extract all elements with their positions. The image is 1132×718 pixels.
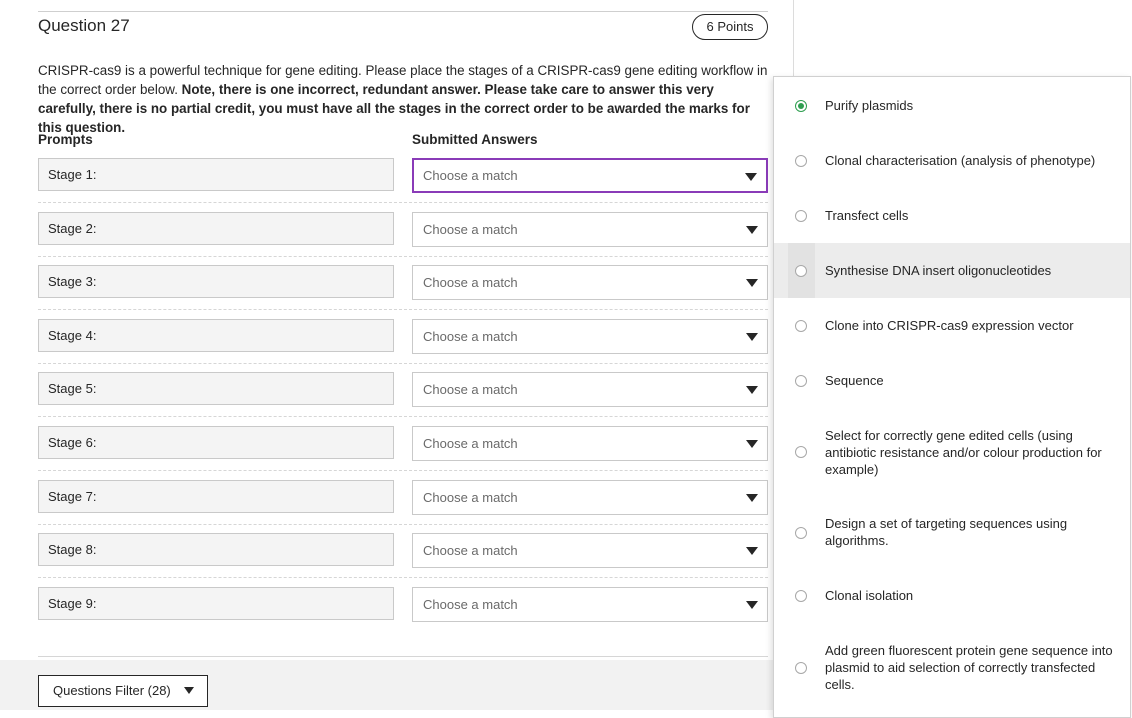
radio-icon[interactable] bbox=[795, 527, 807, 539]
select-value: Choose a match bbox=[423, 382, 518, 398]
prompts-header: Prompts bbox=[38, 132, 93, 147]
select-value: Choose a match bbox=[423, 275, 518, 291]
question-title: Question 27 bbox=[38, 16, 130, 35]
answer-select-stage-2[interactable]: Choose a match bbox=[412, 211, 768, 247]
select-value: Choose a match bbox=[423, 489, 518, 505]
option-item[interactable]: Add green fluorescent protein gene seque… bbox=[774, 625, 1130, 705]
caret-down-icon bbox=[746, 440, 758, 448]
match-row: Stage 2: Choose a match bbox=[38, 211, 768, 266]
select-value: Choose a match bbox=[423, 436, 518, 451]
caret-down-icon bbox=[746, 600, 758, 609]
match-row: Stage 9: Choose a match bbox=[38, 586, 768, 641]
caret-down-icon bbox=[746, 547, 758, 556]
answer-select-stage-6[interactable]: Choose a match bbox=[412, 426, 768, 461]
answer-select-stage-7[interactable]: Choose a match bbox=[412, 479, 768, 515]
option-label: Transfect cells bbox=[825, 208, 909, 223]
prompt-stage-3: Stage 3: bbox=[38, 265, 394, 299]
row-divider bbox=[38, 523, 768, 525]
row-divider bbox=[38, 577, 768, 579]
row-divider bbox=[38, 362, 768, 364]
caret-down-icon bbox=[184, 687, 194, 694]
points-badge: 6 Points bbox=[692, 14, 768, 40]
match-row: Stage 1: Choose a match bbox=[38, 158, 768, 212]
match-row: Stage 3: Choose a match bbox=[38, 265, 768, 319]
option-label: Clone into CRISPR-cas9 expression vector bbox=[825, 318, 1074, 333]
option-item[interactable]: Clonal isolation bbox=[774, 570, 1130, 625]
option-label: Clonal characterisation (analysis of phe… bbox=[825, 153, 1096, 168]
prompt-stage-8: Stage 8: bbox=[38, 533, 394, 567]
questions-filter-button[interactable]: Questions Filter (28) bbox=[38, 675, 208, 707]
radio-icon[interactable] bbox=[795, 155, 807, 167]
option-item[interactable]: Sequence bbox=[774, 353, 1130, 408]
option-item[interactable]: Purify plasmids bbox=[774, 77, 1130, 132]
top-divider bbox=[38, 11, 768, 12]
radio-icon[interactable] bbox=[795, 662, 807, 674]
caret-down-icon bbox=[746, 386, 758, 395]
radio-icon[interactable] bbox=[795, 590, 807, 602]
radio-icon[interactable] bbox=[795, 265, 807, 277]
answer-select-stage-3[interactable]: Choose a match bbox=[412, 265, 768, 301]
select-value: Choose a match bbox=[423, 543, 518, 559]
question-text: CRISPR-cas9 is a powerful technique for … bbox=[38, 61, 773, 137]
radio-icon[interactable] bbox=[795, 320, 807, 332]
option-label: Synthesise DNA insert oligonucleotides bbox=[825, 263, 1052, 278]
select-value: Choose a match bbox=[423, 168, 518, 183]
match-row: Stage 7: Choose a match bbox=[38, 479, 768, 534]
radio-icon[interactable] bbox=[795, 375, 807, 387]
prompt-stage-6: Stage 6: bbox=[38, 426, 394, 459]
select-value: Choose a match bbox=[423, 328, 518, 344]
radio-selected-icon[interactable] bbox=[795, 100, 807, 112]
match-options-dropdown: Purify plasmids Clonal characterisation … bbox=[773, 76, 1131, 718]
answers-header: Submitted Answers bbox=[412, 132, 538, 147]
caret-down-icon bbox=[745, 173, 757, 181]
row-divider bbox=[38, 202, 768, 203]
radio-icon[interactable] bbox=[795, 446, 807, 458]
option-item[interactable]: Design a set of targeting sequences usin… bbox=[774, 480, 1130, 570]
match-row: Stage 8: Choose a match bbox=[38, 533, 768, 587]
match-row: Stage 4: Choose a match bbox=[38, 318, 768, 373]
bottom-divider bbox=[38, 656, 768, 657]
match-row: Stage 6: Choose a match bbox=[38, 426, 768, 480]
prompt-stage-7: Stage 7: bbox=[38, 479, 394, 513]
prompt-stage-2: Stage 2: bbox=[38, 211, 394, 245]
questions-filter-label: Questions Filter (28) bbox=[53, 683, 171, 698]
select-value: Choose a match bbox=[423, 596, 518, 612]
answer-select-stage-8[interactable]: Choose a match bbox=[412, 533, 768, 569]
prompt-stage-9: Stage 9: bbox=[38, 586, 394, 620]
option-label: Select for correctly gene edited cells (… bbox=[825, 428, 1102, 477]
option-item[interactable]: Clonal characterisation (analysis of phe… bbox=[774, 132, 1130, 187]
option-label: Sequence bbox=[825, 373, 884, 388]
match-row: Stage 5: Choose a match bbox=[38, 372, 768, 426]
caret-down-icon bbox=[746, 332, 758, 341]
caret-down-icon bbox=[746, 225, 758, 234]
row-divider bbox=[38, 255, 768, 257]
row-divider bbox=[38, 309, 768, 311]
row-divider bbox=[38, 416, 768, 418]
select-value: Choose a match bbox=[423, 221, 518, 237]
caret-down-icon bbox=[746, 493, 758, 502]
option-item-hovered[interactable]: Synthesise DNA insert oligonucleotides bbox=[774, 243, 1130, 298]
prompt-stage-4: Stage 4: bbox=[38, 318, 394, 352]
option-label: Purify plasmids bbox=[825, 98, 914, 113]
answer-select-stage-5[interactable]: Choose a match bbox=[412, 372, 768, 408]
row-divider bbox=[38, 470, 768, 471]
answer-select-stage-9[interactable]: Choose a match bbox=[412, 586, 768, 622]
prompt-stage-1: Stage 1: bbox=[38, 158, 394, 191]
option-label: Design a set of targeting sequences usin… bbox=[825, 516, 1068, 548]
footer-bar: Questions Filter (28) bbox=[0, 660, 794, 710]
option-label: Clonal isolation bbox=[825, 588, 914, 603]
answer-select-stage-1[interactable]: Choose a match bbox=[412, 158, 768, 193]
question-panel: Question 27 6 Points CRISPR-cas9 is a po… bbox=[0, 0, 794, 710]
answer-select-stage-4[interactable]: Choose a match bbox=[412, 318, 768, 354]
caret-down-icon bbox=[746, 279, 758, 288]
radio-icon[interactable] bbox=[795, 210, 807, 222]
prompt-stage-5: Stage 5: bbox=[38, 372, 394, 406]
option-item[interactable]: Clone into CRISPR-cas9 expression vector bbox=[774, 298, 1130, 353]
option-item[interactable]: Select for correctly gene edited cells (… bbox=[774, 408, 1130, 480]
option-label: Add green fluorescent protein gene seque… bbox=[825, 643, 1113, 692]
option-item[interactable]: Transfect cells bbox=[774, 187, 1130, 242]
